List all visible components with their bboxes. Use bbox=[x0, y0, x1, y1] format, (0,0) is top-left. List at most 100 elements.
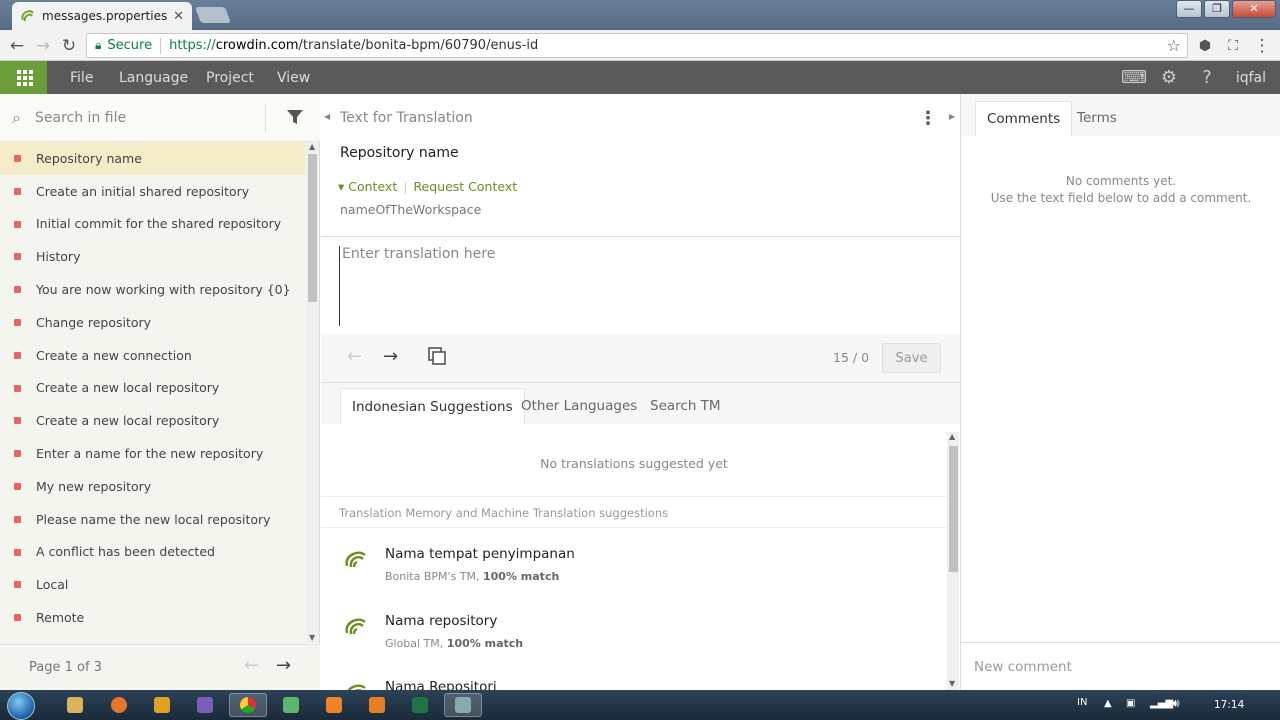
scrollbar-thumb[interactable] bbox=[949, 446, 958, 572]
search-input[interactable] bbox=[35, 106, 255, 130]
minimize-button[interactable]: — bbox=[1176, 0, 1202, 18]
excel-taskbar-icon[interactable] bbox=[401, 693, 439, 717]
reload-icon[interactable]: ↻ bbox=[58, 35, 80, 57]
tab-indonesian-suggestions[interactable]: Indonesian Suggestions bbox=[340, 388, 525, 425]
string-label: Enter a name for the new repository bbox=[36, 446, 264, 462]
volume-icon[interactable]: 🔊︎ bbox=[1172, 696, 1180, 711]
media-player-taskbar-icon[interactable] bbox=[143, 693, 181, 717]
sidebar-scrollbar[interactable]: ▲ ▼ bbox=[306, 142, 319, 642]
close-window-button[interactable]: ✕ bbox=[1232, 0, 1276, 18]
untranslated-status-icon bbox=[14, 482, 21, 490]
string-list-item[interactable]: Create a new connection bbox=[0, 339, 305, 372]
more-options-icon[interactable]: ⋮ bbox=[919, 108, 937, 129]
network-icon[interactable]: ▂▄▆ bbox=[1150, 698, 1173, 709]
prev-page-icon[interactable]: ← bbox=[244, 655, 259, 676]
scroll-up-icon[interactable]: ▲ bbox=[309, 142, 315, 151]
gear-icon[interactable]: ⚙ bbox=[1158, 67, 1180, 89]
scroll-up-icon[interactable]: ▲ bbox=[949, 432, 955, 441]
scroll-down-icon[interactable]: ▼ bbox=[949, 679, 955, 688]
address-bar[interactable]: 🔒︎ Secure https://crowdin.com/translate/… bbox=[86, 33, 1188, 58]
context-link[interactable]: Context bbox=[348, 179, 397, 194]
string-list-item[interactable]: Create a new local repository bbox=[0, 372, 305, 405]
filter-icon[interactable] bbox=[286, 108, 304, 126]
next-string-icon[interactable]: → bbox=[383, 346, 398, 367]
help-icon[interactable]: ? bbox=[1196, 67, 1218, 89]
tab-search-tm[interactable]: Search TM bbox=[639, 388, 732, 425]
collapse-right-icon[interactable]: ▶ bbox=[949, 112, 955, 121]
untranslated-status-icon bbox=[14, 450, 21, 458]
user-name[interactable]: iqfal bbox=[1236, 70, 1266, 86]
forward-icon[interactable]: → bbox=[32, 35, 54, 57]
string-list-item[interactable]: You are now working with repository {0} bbox=[0, 273, 305, 306]
menu-file[interactable]: File bbox=[70, 70, 93, 86]
string-list-item[interactable]: History bbox=[0, 240, 305, 273]
tray-app-icon[interactable]: ▣ bbox=[1126, 698, 1135, 709]
string-list-item[interactable]: Enter a name for the new repository bbox=[0, 437, 305, 470]
app-taskbar-icon[interactable] bbox=[444, 693, 482, 717]
cast-icon[interactable]: ⛶ bbox=[1222, 35, 1244, 57]
tm-suggestion[interactable]: Nama repository Global TM, 100% match bbox=[321, 601, 947, 667]
scrollbar-thumb[interactable] bbox=[308, 154, 317, 302]
visual-studio-taskbar-icon[interactable] bbox=[186, 693, 224, 717]
menu-view[interactable]: View bbox=[277, 70, 310, 86]
app-taskbar-icon[interactable] bbox=[315, 693, 353, 717]
chrome-menu-icon[interactable]: ⋮ bbox=[1251, 35, 1273, 57]
app-taskbar-icon[interactable] bbox=[358, 693, 396, 717]
save-button[interactable]: Save bbox=[882, 343, 941, 373]
tab-close-icon[interactable]: ✕ bbox=[173, 9, 184, 24]
tab-comments[interactable]: Comments bbox=[975, 101, 1073, 136]
extension-icon[interactable]: ⬢ bbox=[1194, 35, 1216, 57]
untranslated-status-icon bbox=[14, 548, 21, 556]
maximize-button[interactable]: ❐ bbox=[1204, 0, 1230, 18]
collapse-left-icon[interactable]: ◀ bbox=[324, 112, 330, 121]
scroll-down-icon[interactable]: ▼ bbox=[309, 633, 315, 642]
app-taskbar-icon[interactable] bbox=[272, 693, 310, 717]
string-list-item[interactable]: Initial commit for the shared repository bbox=[0, 208, 305, 241]
app-grid-icon[interactable] bbox=[0, 61, 47, 94]
keyboard-icon[interactable]: ⌨ bbox=[1121, 67, 1147, 89]
new-tab-button[interactable] bbox=[195, 7, 231, 23]
caret-down-icon: ▾ bbox=[338, 179, 349, 194]
url-text[interactable]: https://crowdin.com/translate/bonita-bpm… bbox=[169, 38, 538, 53]
window-controls: — ❐ ✕ bbox=[1176, 0, 1276, 18]
string-list-item[interactable]: Repository name bbox=[0, 142, 305, 175]
copy-source-icon[interactable] bbox=[427, 346, 447, 366]
request-context-link[interactable]: Request Context bbox=[413, 179, 517, 194]
clock[interactable]: 17:14 bbox=[1214, 699, 1244, 711]
string-list-item[interactable]: My new repository bbox=[0, 470, 305, 503]
tray-expand-icon[interactable]: ▲ bbox=[1104, 698, 1112, 709]
string-list-item[interactable]: Local bbox=[0, 568, 305, 601]
string-list-item[interactable]: Remote bbox=[0, 601, 305, 634]
string-list-item[interactable]: Change repository bbox=[0, 306, 305, 339]
firefox-taskbar-icon[interactable] bbox=[100, 693, 138, 717]
language-indicator[interactable]: IN bbox=[1077, 697, 1087, 708]
tm-suggestion-meta: Bonita BPM's TM, 100% match bbox=[385, 570, 560, 583]
new-comment-input[interactable] bbox=[974, 657, 1264, 677]
string-label: Create a new local repository bbox=[36, 380, 220, 396]
crowdin-logo-icon bbox=[345, 551, 366, 568]
string-label: Repository name bbox=[36, 150, 142, 166]
suggestions-scrollbar[interactable]: ▲ ▼ bbox=[947, 432, 959, 690]
browser-tab[interactable]: messages.properties - Bo ✕ bbox=[12, 2, 192, 30]
tab-terms[interactable]: Terms bbox=[1066, 101, 1128, 136]
tm-suggestion[interactable]: Nama tempat penyimpanan Bonita BPM's TM, … bbox=[321, 534, 947, 600]
next-page-icon[interactable]: → bbox=[276, 655, 291, 676]
tm-suggestion-meta: Global TM, 100% match bbox=[385, 637, 524, 650]
string-list-item[interactable]: Create an initial shared repository bbox=[0, 175, 305, 208]
start-button[interactable] bbox=[7, 692, 35, 720]
menu-language[interactable]: Language bbox=[119, 70, 188, 86]
explorer-taskbar-icon[interactable] bbox=[56, 693, 94, 717]
prev-string-icon[interactable]: ← bbox=[347, 346, 362, 367]
chrome-taskbar-icon[interactable] bbox=[229, 693, 267, 717]
menu-project[interactable]: Project bbox=[206, 70, 254, 86]
string-list-item[interactable]: Create a new local repository bbox=[0, 404, 305, 437]
tm-suggestion-text: Nama Repositori bbox=[385, 679, 497, 690]
tm-suggestion[interactable]: Nama Repositori bbox=[321, 667, 947, 690]
back-icon[interactable]: ← bbox=[6, 35, 28, 57]
tab-other-languages[interactable]: Other Languages bbox=[510, 388, 648, 425]
translation-input[interactable] bbox=[339, 246, 939, 326]
no-comments-text: No comments yet. Use the text field belo… bbox=[961, 173, 1280, 207]
string-list-item[interactable]: A conflict has been detected bbox=[0, 536, 305, 569]
string-list-item[interactable]: Please name the new local repository bbox=[0, 503, 305, 536]
bookmark-star-icon[interactable]: ☆ bbox=[1167, 36, 1181, 55]
